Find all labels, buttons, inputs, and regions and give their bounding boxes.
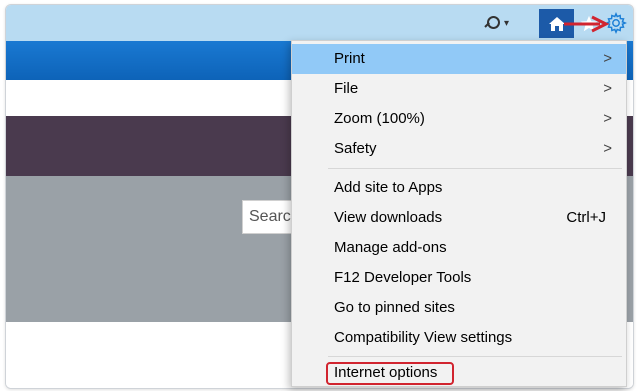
menu-item-compatibility-view[interactable]: Compatibility View settings: [292, 323, 626, 353]
menu-item-label: File: [334, 80, 359, 97]
menu-item-file[interactable]: File >: [292, 74, 626, 104]
search-icon: [484, 15, 500, 31]
menu-item-view-downloads[interactable]: View downloads Ctrl+J: [292, 203, 626, 233]
menu-item-label: Zoom (100%): [334, 110, 425, 127]
menu-item-label: Go to pinned sites: [334, 299, 455, 316]
menu-item-print[interactable]: Print >: [292, 44, 626, 74]
chevron-right-icon: >: [603, 50, 612, 67]
menu-item-safety[interactable]: Safety >: [292, 134, 626, 164]
menu-item-shortcut: Ctrl+J: [566, 209, 606, 226]
menu-item-internet-options[interactable]: Internet options: [292, 358, 626, 388]
menu-item-label: Print: [334, 50, 365, 67]
chevron-right-icon: >: [603, 110, 612, 127]
menu-separator: [328, 356, 622, 357]
menu-item-developer-tools[interactable]: F12 Developer Tools: [292, 263, 626, 293]
menu-item-pinned-sites[interactable]: Go to pinned sites: [292, 293, 626, 323]
chevron-right-icon: >: [603, 80, 612, 97]
site-search-placeholder: Searcl: [249, 208, 295, 225]
menu-item-label: Compatibility View settings: [334, 329, 513, 346]
menu-item-zoom[interactable]: Zoom (100%) >: [292, 104, 626, 134]
chevron-down-icon: ▾: [504, 17, 510, 29]
menu-item-label: F12 Developer Tools: [334, 269, 472, 286]
menu-item-label: Manage add-ons: [334, 239, 447, 256]
highlight-box: [326, 362, 454, 385]
menu-item-add-site-to-apps[interactable]: Add site to Apps: [292, 173, 626, 203]
menu-item-manage-add-ons[interactable]: Manage add-ons: [292, 233, 626, 263]
chevron-right-icon: >: [603, 140, 612, 157]
menu-item-label: View downloads: [334, 209, 443, 226]
menu-item-label: Add site to Apps: [334, 179, 443, 196]
menu-separator: [328, 168, 622, 169]
address-search-button[interactable]: ▾: [484, 11, 524, 35]
menu-item-label: Safety: [334, 140, 377, 157]
tools-menu: Print > File > Zoom (100%) > Safety > Ad…: [291, 40, 627, 387]
annotation-arrow: [564, 15, 610, 33]
